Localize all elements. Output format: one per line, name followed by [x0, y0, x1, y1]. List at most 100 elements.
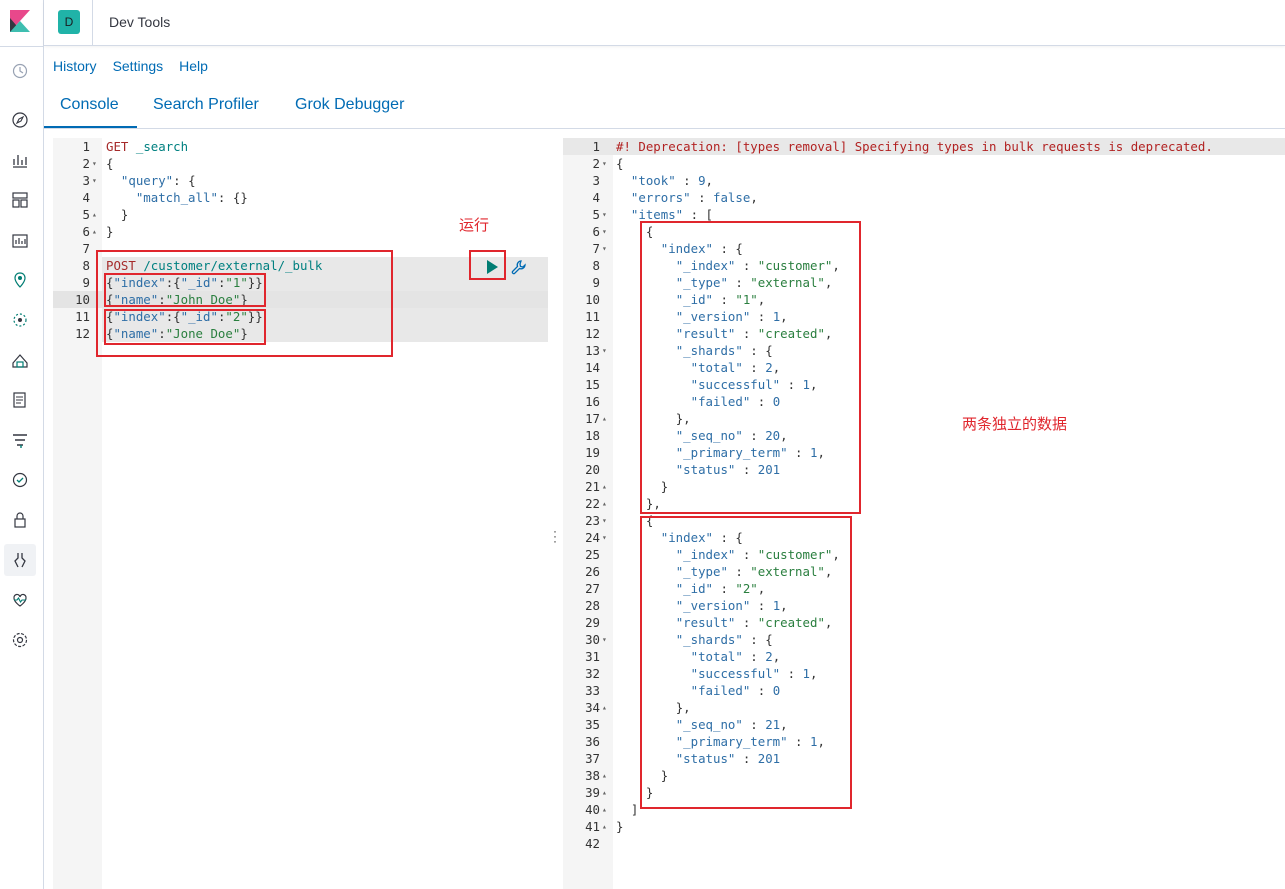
line-number: 6	[82, 224, 90, 239]
response-item-2-box	[640, 516, 852, 809]
fold-toggle-icon[interactable]: ▾	[92, 155, 97, 172]
line-number: 33	[585, 683, 600, 698]
line-number: 35	[585, 717, 600, 732]
unfold-toggle-icon[interactable]: ▴	[602, 699, 607, 716]
line-number: 12	[75, 326, 90, 341]
line-number: 9	[592, 275, 600, 290]
fold-toggle-icon[interactable]: ▾	[602, 223, 607, 240]
unfold-toggle-icon[interactable]: ▴	[602, 767, 607, 784]
run-annotation: 运行	[459, 216, 490, 234]
line-number: 4	[592, 190, 600, 205]
line-number: 1	[592, 139, 600, 154]
fold-toggle-icon[interactable]: ▾	[602, 240, 607, 257]
line-number: 14	[585, 360, 600, 375]
line-number: 38	[585, 768, 600, 783]
tab-grok-debugger[interactable]: Grok Debugger	[295, 96, 404, 114]
record-1-highlight-box	[104, 273, 266, 307]
discover-icon[interactable]	[9, 109, 31, 131]
top-nav-links: History Settings Help	[53, 58, 208, 74]
unfold-toggle-icon[interactable]: ▴	[602, 410, 607, 427]
line-number: 7	[592, 241, 600, 256]
line-number: 26	[585, 564, 600, 579]
code-line: ]	[630, 802, 639, 817]
code-line: "match_all": {}	[135, 190, 248, 205]
line-number: 12	[585, 326, 600, 341]
space-avatar[interactable]: D	[58, 10, 80, 34]
unfold-toggle-icon[interactable]: ▴	[602, 784, 607, 801]
fold-toggle-icon[interactable]: ▾	[602, 155, 607, 172]
line-number: 3	[82, 173, 90, 188]
history-link[interactable]: History	[53, 58, 97, 74]
ml-icon[interactable]	[9, 309, 31, 331]
line-number: 27	[585, 581, 600, 596]
logs-icon[interactable]	[9, 389, 31, 411]
sidebar-divider	[0, 46, 44, 47]
line-number: 42	[585, 836, 600, 851]
line-number: 6	[592, 224, 600, 239]
fold-toggle-icon[interactable]: ▾	[602, 529, 607, 546]
line-number: 41	[585, 819, 600, 834]
canvas-icon[interactable]	[9, 229, 31, 251]
line-number: 40	[585, 802, 600, 817]
code-line: "query": {	[120, 173, 196, 188]
tab-search-profiler[interactable]: Search Profiler	[153, 96, 259, 114]
unfold-toggle-icon[interactable]: ▴	[602, 478, 607, 495]
line-number: 21	[585, 479, 600, 494]
line-number: 11	[75, 309, 90, 324]
line-number: 2	[592, 156, 600, 171]
visualize-icon[interactable]	[9, 149, 31, 171]
code-line: {	[106, 156, 114, 171]
kibana-logo-icon[interactable]	[10, 10, 30, 32]
line-number: 10	[585, 292, 600, 307]
code-line: }	[120, 207, 129, 222]
line-number: 22	[585, 496, 600, 511]
line-number: 1	[82, 139, 90, 154]
line-number: 9	[82, 275, 90, 290]
management-icon[interactable]	[9, 629, 31, 651]
two-records-annotation: 两条独立的数据	[962, 415, 1068, 433]
line-number: 31	[585, 649, 600, 664]
recent-icon[interactable]	[9, 60, 31, 82]
unfold-toggle-icon[interactable]: ▴	[602, 801, 607, 818]
dev-tools-icon[interactable]	[4, 544, 36, 576]
pane-resizer[interactable]: · · ·	[553, 525, 557, 547]
tab-console[interactable]: Console	[60, 96, 119, 114]
line-number: 11	[585, 309, 600, 324]
siem-icon[interactable]	[9, 509, 31, 531]
help-link[interactable]: Help	[179, 58, 208, 74]
line-number: 13	[585, 343, 600, 358]
line-number: 23	[585, 513, 600, 528]
monitoring-icon[interactable]	[9, 589, 31, 611]
code-line: {	[616, 156, 624, 171]
line-number: 8	[592, 258, 600, 273]
dashboard-icon[interactable]	[9, 189, 31, 211]
fold-toggle-icon[interactable]: ▾	[602, 206, 607, 223]
uptime-icon[interactable]	[9, 469, 31, 491]
settings-link[interactable]: Settings	[113, 58, 164, 74]
fold-toggle-icon[interactable]: ▾	[602, 512, 607, 529]
line-number: 16	[585, 394, 600, 409]
line-number: 10	[75, 292, 90, 307]
line-number: 28	[585, 598, 600, 613]
maps-icon[interactable]	[9, 269, 31, 291]
line-number: 25	[585, 547, 600, 562]
code-line: }	[616, 819, 624, 834]
unfold-toggle-icon[interactable]: ▴	[92, 206, 97, 223]
unfold-toggle-icon[interactable]: ▴	[92, 223, 97, 240]
wrench-icon[interactable]	[510, 259, 528, 277]
code-line: "took" : 9,	[630, 173, 714, 188]
apm-icon[interactable]	[9, 429, 31, 451]
record-2-highlight-box	[104, 309, 266, 345]
unfold-toggle-icon[interactable]: ▴	[602, 818, 607, 835]
line-number: 15	[585, 377, 600, 392]
line-number: 5	[592, 207, 600, 222]
infrastructure-icon[interactable]	[9, 349, 31, 371]
fold-toggle-icon[interactable]: ▾	[92, 172, 97, 189]
fold-toggle-icon[interactable]: ▾	[602, 342, 607, 359]
unfold-toggle-icon[interactable]: ▴	[602, 495, 607, 512]
fold-toggle-icon[interactable]: ▾	[602, 631, 607, 648]
response-item-1-box	[640, 221, 861, 514]
code-line: "errors" : false,	[630, 190, 758, 205]
line-number: 3	[592, 173, 600, 188]
side-nav	[0, 0, 44, 889]
